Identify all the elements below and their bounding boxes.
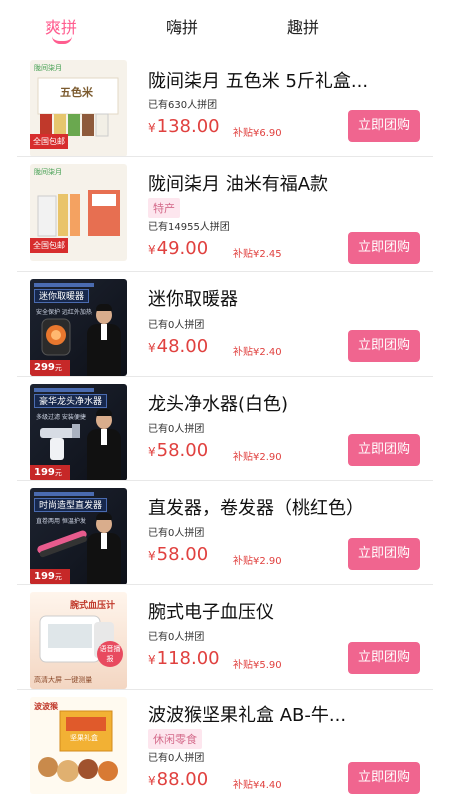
product-price: ¥58.00 <box>148 440 208 461</box>
thumbnail-text: 坚果礼盒 <box>70 734 98 742</box>
product-price: ¥58.00 <box>148 544 208 565</box>
buy-now-button[interactable]: 立即团购 <box>348 434 420 466</box>
buy-now-button[interactable]: 立即团购 <box>348 110 420 142</box>
tab-bar: 爽拼 嗨拼 趣拼 <box>0 0 450 52</box>
currency-symbol: ¥ <box>148 243 156 257</box>
subsidy-value: ¥2.45 <box>253 249 282 260</box>
product-thumbnail[interactable]: 时尚造型直发器 直卷两用 恒温护发 199元 <box>30 488 127 585</box>
subsidy-label: 补贴¥2.90 <box>233 448 282 463</box>
joined-count: 已有14955人拼团 <box>148 222 230 233</box>
subsidy-prefix: 补贴 <box>233 660 253 671</box>
subsidy-label: 补贴¥2.90 <box>233 552 282 567</box>
subsidy-prefix: 补贴 <box>233 452 253 463</box>
subsidy-value: ¥2.90 <box>253 452 282 463</box>
product-thumbnail[interactable]: 腕式血压计 语音播报 高清大屏 一键测量 <box>30 592 127 689</box>
product-thumbnail[interactable]: 波波猴 坚果礼盒 <box>30 697 127 794</box>
product-title[interactable]: 迷你取暖器 <box>148 285 423 311</box>
product-thumbnail[interactable]: 迷你取暖器 安全保护 远红外加热 299元 <box>30 279 127 376</box>
buy-now-button[interactable]: 立即团购 <box>348 762 420 794</box>
subsidy-value: ¥5.90 <box>253 660 282 671</box>
thumbnail-price: 299元 <box>30 360 70 376</box>
currency-symbol: ¥ <box>148 549 156 563</box>
thumbnail-text: 五色米 <box>60 86 93 99</box>
subsidy-label: 补贴¥5.90 <box>233 656 282 671</box>
spokesperson-figure <box>87 513 121 585</box>
price-value: 138.00 <box>156 116 220 137</box>
product-thumbnail[interactable]: 豪华龙头净水器 多级过滤 安装便捷 199元 <box>30 384 127 481</box>
currency-symbol: ¥ <box>148 445 156 459</box>
joined-count: 已有630人拼团 <box>148 100 218 111</box>
product-thumbnail[interactable]: 陇间柒月 五色米 全国包邮 <box>30 60 127 157</box>
product-thumbnail[interactable]: 陇间柒月 全国包邮 <box>30 164 127 261</box>
product-price: ¥88.00 <box>148 769 208 790</box>
product-title[interactable]: 直发器，卷发器（桃红色） <box>148 494 423 520</box>
subsidy-label: 补贴¥4.40 <box>233 776 282 791</box>
joined-count: 已有0人拼团 <box>148 753 205 764</box>
product-card[interactable]: 陇间柒月 全国包邮 陇间柒月 油米有福A款 特产 已有14955人拼团 ¥49.… <box>0 156 450 272</box>
price-value: 118.00 <box>156 648 220 669</box>
subsidy-label: 补贴¥6.90 <box>233 124 282 139</box>
product-tag: 休闲零食 <box>148 729 202 749</box>
currency-symbol: ¥ <box>148 653 156 667</box>
product-price: ¥48.00 <box>148 336 208 357</box>
buy-now-button[interactable]: 立即团购 <box>348 538 420 570</box>
subsidy-value: ¥2.40 <box>253 347 282 358</box>
thumbnail-subtext: 高清大屏 一键测量 <box>34 676 93 684</box>
product-card[interactable]: 陇间柒月 五色米 全国包邮 陇间柒月 五色米 5斤礼盒... 已有630人拼团 … <box>0 52 450 157</box>
buy-now-button[interactable]: 立即团购 <box>348 232 420 264</box>
thumbnail-price: 199元 <box>30 465 70 481</box>
joined-count: 已有0人拼团 <box>148 632 205 643</box>
currency-symbol: ¥ <box>148 341 156 355</box>
subsidy-label: 补贴¥2.40 <box>233 343 282 358</box>
product-title[interactable]: 腕式电子血压仪 <box>148 598 423 624</box>
product-tag: 特产 <box>148 198 180 218</box>
subsidy-value: ¥2.90 <box>253 556 282 567</box>
joined-count: 已有0人拼团 <box>148 424 205 435</box>
product-title[interactable]: 龙头净水器(白色) <box>148 390 423 416</box>
tab-haipin[interactable]: 嗨拼 <box>166 14 198 38</box>
product-card[interactable]: 豪华龙头净水器 多级过滤 安装便捷 199元 龙头净水器(白色) 已有0人拼团 … <box>0 376 450 481</box>
free-shipping-badge: 全国包邮 <box>30 134 68 149</box>
tab-qupin[interactable]: 趣拼 <box>287 14 319 38</box>
active-tab-indicator <box>52 36 72 44</box>
product-title[interactable]: 波波猴坚果礼盒 AB-牛... <box>148 701 423 727</box>
product-card[interactable]: 波波猴 坚果礼盒 波波猴坚果礼盒 AB-牛... 休闲零食 已有0人拼团 ¥88… <box>0 689 450 800</box>
buy-now-button[interactable]: 立即团购 <box>348 642 420 674</box>
buy-now-button[interactable]: 立即团购 <box>348 330 420 362</box>
subsidy-prefix: 补贴 <box>233 556 253 567</box>
product-price: ¥49.00 <box>148 238 208 259</box>
spokesperson-figure <box>87 409 121 481</box>
product-card[interactable]: 时尚造型直发器 直卷两用 恒温护发 199元 直发器，卷发器（桃红色） 已有0人… <box>0 480 450 585</box>
price-value: 58.00 <box>156 544 209 565</box>
price-value: 88.00 <box>156 769 209 790</box>
price-value: 58.00 <box>156 440 209 461</box>
product-title[interactable]: 陇间柒月 五色米 5斤礼盒... <box>148 67 423 93</box>
nut-gift-box-illustration <box>38 710 118 782</box>
product-price: ¥138.00 <box>148 116 220 137</box>
subsidy-prefix: 补贴 <box>233 780 253 791</box>
free-shipping-badge: 全国包邮 <box>30 238 68 253</box>
subsidy-prefix: 补贴 <box>233 249 253 260</box>
product-title[interactable]: 陇间柒月 油米有福A款 <box>148 170 423 196</box>
subsidy-prefix: 补贴 <box>233 347 253 358</box>
subsidy-value: ¥6.90 <box>253 128 282 139</box>
price-value: 48.00 <box>156 336 209 357</box>
tab-shuangpin[interactable]: 爽拼 <box>45 14 77 38</box>
joined-count: 已有0人拼团 <box>148 528 205 539</box>
thumbnail-price: 199元 <box>30 569 70 585</box>
subsidy-label: 补贴¥2.45 <box>233 245 282 260</box>
joined-count: 已有0人拼团 <box>148 320 205 331</box>
product-card[interactable]: 迷你取暖器 安全保护 远红外加热 299元 迷你取暖器 已有0人拼团 ¥48.0… <box>0 271 450 377</box>
subsidy-value: ¥4.40 <box>253 780 282 791</box>
product-card[interactable]: 腕式血压计 语音播报 高清大屏 一键测量 腕式电子血压仪 已有0人拼团 ¥118… <box>0 584 450 690</box>
subsidy-prefix: 补贴 <box>233 128 253 139</box>
voice-broadcast-badge: 语音播报 <box>97 641 123 667</box>
product-price: ¥118.00 <box>148 648 220 669</box>
currency-symbol: ¥ <box>148 774 156 788</box>
spokesperson-figure <box>87 304 121 376</box>
price-value: 49.00 <box>156 238 209 259</box>
currency-symbol: ¥ <box>148 121 156 135</box>
